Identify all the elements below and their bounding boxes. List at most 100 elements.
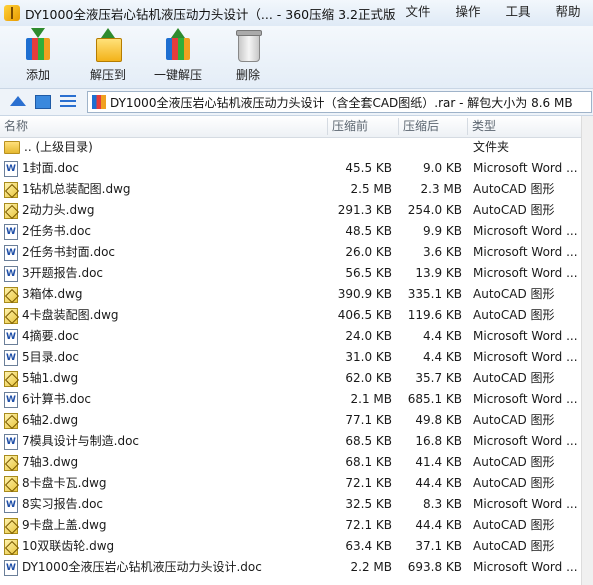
file-size-before: 68.1 KB [345, 455, 392, 469]
file-row[interactable]: 3箱体.dwg 390.9 KB 335.1 KB AutoCAD 图形 [0, 284, 593, 305]
file-name: 3箱体.dwg [22, 287, 83, 301]
file-name: 8实习报告.doc [22, 497, 104, 511]
file-size-after: 41.4 KB [415, 455, 462, 469]
file-row[interactable]: 3开题报告.doc 56.5 KB 13.9 KB Microsoft Word ..… [0, 263, 593, 284]
dwg-file-icon [4, 181, 18, 198]
menu-operate[interactable]: 操作 [443, 0, 493, 26]
file-name-cell: 4卡盘装配图.dwg [4, 305, 119, 326]
file-name: 8卡盘卡瓦.dwg [22, 476, 107, 490]
archive-path-field[interactable]: DY1000全液压岩心钻机液压动力头设计（含全套CAD图纸）.rar - 解包大… [87, 91, 592, 113]
word-doc-icon [4, 433, 18, 450]
column-header-type[interactable]: 类型 [468, 116, 581, 137]
delete-icon [230, 28, 266, 62]
extract-to-button[interactable]: 解压到 [75, 28, 141, 86]
dwg-file-icon [4, 454, 18, 471]
file-name: 7轴3.dwg [22, 455, 79, 469]
file-name-cell: 6计算书.doc [4, 389, 91, 410]
file-row[interactable]: 9卡盘上盖.dwg 72.1 KB 44.4 KB AutoCAD 图形 [0, 515, 593, 536]
column-header-after[interactable]: 压缩后 [399, 116, 467, 137]
file-row[interactable]: 8实习报告.doc 32.5 KB 8.3 KB Microsoft Word ... [0, 494, 593, 515]
file-size-before: 291.3 KB [337, 203, 392, 217]
file-row[interactable]: 6计算书.doc 2.1 MB 685.1 KB Microsoft Word ... [0, 389, 593, 410]
list-view-icon[interactable] [60, 94, 76, 110]
file-row[interactable]: 4卡盘装配图.dwg 406.5 KB 119.6 KB AutoCAD 图形 [0, 305, 593, 326]
file-name: 1钻机总装配图.dwg [22, 182, 131, 196]
file-row[interactable]: 1钻机总装配图.dwg 2.5 MB 2.3 MB AutoCAD 图形 [0, 179, 593, 200]
file-type: 文件夹 [473, 140, 510, 154]
file-row[interactable]: 5目录.doc 31.0 KB 4.4 KB Microsoft Word ... [0, 347, 593, 368]
file-name: 10双联齿轮.dwg [22, 539, 115, 553]
column-header-before[interactable]: 压缩前 [328, 116, 398, 137]
file-size-before: 31.0 KB [345, 350, 392, 364]
file-name: 5轴1.dwg [22, 371, 79, 385]
file-size-before: 63.4 KB [345, 539, 392, 553]
file-name: 1封面.doc [22, 161, 80, 175]
file-row[interactable]: 2任务书封面.doc 26.0 KB 3.6 KB Microsoft Word ..… [0, 242, 593, 263]
file-name: 4摘要.doc [22, 329, 80, 343]
file-name-cell: 8实习报告.doc [4, 494, 103, 515]
file-size-after: 9.9 KB [423, 224, 462, 238]
one-click-extract-button[interactable]: 一键解压 [145, 28, 211, 86]
file-row[interactable]: 6轴2.dwg 77.1 KB 49.8 KB AutoCAD 图形 [0, 410, 593, 431]
file-type: Microsoft Word ... [473, 245, 578, 259]
word-doc-icon [4, 391, 18, 408]
file-row[interactable]: DY1000全液压岩心钻机液压动力头设计.doc 2.2 MB 693.8 KB Mi… [0, 557, 593, 578]
file-row[interactable]: 10双联齿轮.dwg 63.4 KB 37.1 KB AutoCAD 图形 [0, 536, 593, 557]
file-row[interactable]: 8卡盘卡瓦.dwg 72.1 KB 44.4 KB AutoCAD 图形 [0, 473, 593, 494]
file-list-header: 名称 压缩前 压缩后 类型 [0, 116, 593, 138]
file-size-before: 56.5 KB [345, 266, 392, 280]
file-size-before: 68.5 KB [345, 434, 392, 448]
extract-to-icon [90, 28, 126, 62]
file-row[interactable]: 1封面.doc 45.5 KB 9.0 KB Microsoft Word ... [0, 158, 593, 179]
file-type: Microsoft Word ... [473, 560, 578, 574]
file-row[interactable]: 4摘要.doc 24.0 KB 4.4 KB Microsoft Word ... [0, 326, 593, 347]
file-row[interactable]: .. (上级目录) 文件夹 [0, 137, 593, 158]
file-list: .. (上级目录) 文件夹 1封面.doc 45.5 KB 9.0 KB Microsof… [0, 137, 593, 578]
file-name-cell: 1封面.doc [4, 158, 79, 179]
file-size-before: 48.5 KB [345, 224, 392, 238]
go-up-icon[interactable] [10, 94, 26, 110]
file-size-before: 32.5 KB [345, 497, 392, 511]
menu-file[interactable]: 文件 [393, 0, 443, 26]
word-doc-icon [4, 160, 18, 177]
add-button[interactable]: 添加 [5, 28, 71, 86]
file-name: 3开题报告.doc [22, 266, 104, 280]
app-logo-icon [4, 5, 20, 21]
file-name-cell: 3开题报告.doc [4, 263, 103, 284]
menu-tools[interactable]: 工具 [493, 0, 543, 26]
file-row[interactable]: 2任务书.doc 48.5 KB 9.9 KB Microsoft Word ... [0, 221, 593, 242]
file-size-before: 45.5 KB [345, 161, 392, 175]
file-type: AutoCAD 图形 [473, 287, 555, 301]
menu-help[interactable]: 帮助 [543, 0, 593, 26]
add-button-label: 添加 [25, 68, 50, 82]
file-size-after: 8.3 KB [423, 497, 462, 511]
column-header-name[interactable]: 名称 [0, 116, 327, 137]
file-type: AutoCAD 图形 [473, 203, 555, 217]
file-row[interactable]: 5轴1.dwg 62.0 KB 35.7 KB AutoCAD 图形 [0, 368, 593, 389]
word-doc-icon [4, 223, 18, 240]
vertical-scrollbar[interactable] [581, 116, 593, 585]
delete-button-label: 删除 [235, 68, 260, 82]
file-row[interactable]: 2动力头.dwg 291.3 KB 254.0 KB AutoCAD 图形 [0, 200, 593, 221]
file-name: 2任务书封面.doc [22, 245, 116, 259]
file-type: Microsoft Word ... [473, 497, 578, 511]
file-name-cell: 2任务书.doc [4, 221, 91, 242]
file-type: AutoCAD 图形 [473, 308, 555, 322]
word-doc-icon [4, 496, 18, 513]
file-row[interactable]: 7模具设计与制造.doc 68.5 KB 16.8 KB Microsoft Word… [0, 431, 593, 452]
dwg-file-icon [4, 307, 18, 324]
thumbnail-view-icon[interactable] [35, 94, 51, 110]
file-size-after: 685.1 KB [407, 392, 462, 406]
file-name-cell: 6轴2.dwg [4, 410, 78, 431]
file-name: 7模具设计与制造.doc [22, 434, 140, 448]
word-doc-icon [4, 559, 18, 576]
file-name-cell: 3箱体.dwg [4, 284, 83, 305]
file-row[interactable]: 7轴3.dwg 68.1 KB 41.4 KB AutoCAD 图形 [0, 452, 593, 473]
dwg-file-icon [4, 370, 18, 387]
file-name: 2任务书.doc [22, 224, 92, 238]
delete-button[interactable]: 删除 [215, 28, 281, 86]
file-size-before: 2.1 MB [350, 392, 392, 406]
file-name-cell: 5目录.doc [4, 347, 79, 368]
file-size-after: 693.8 KB [407, 560, 462, 574]
file-type: Microsoft Word ... [473, 266, 578, 280]
